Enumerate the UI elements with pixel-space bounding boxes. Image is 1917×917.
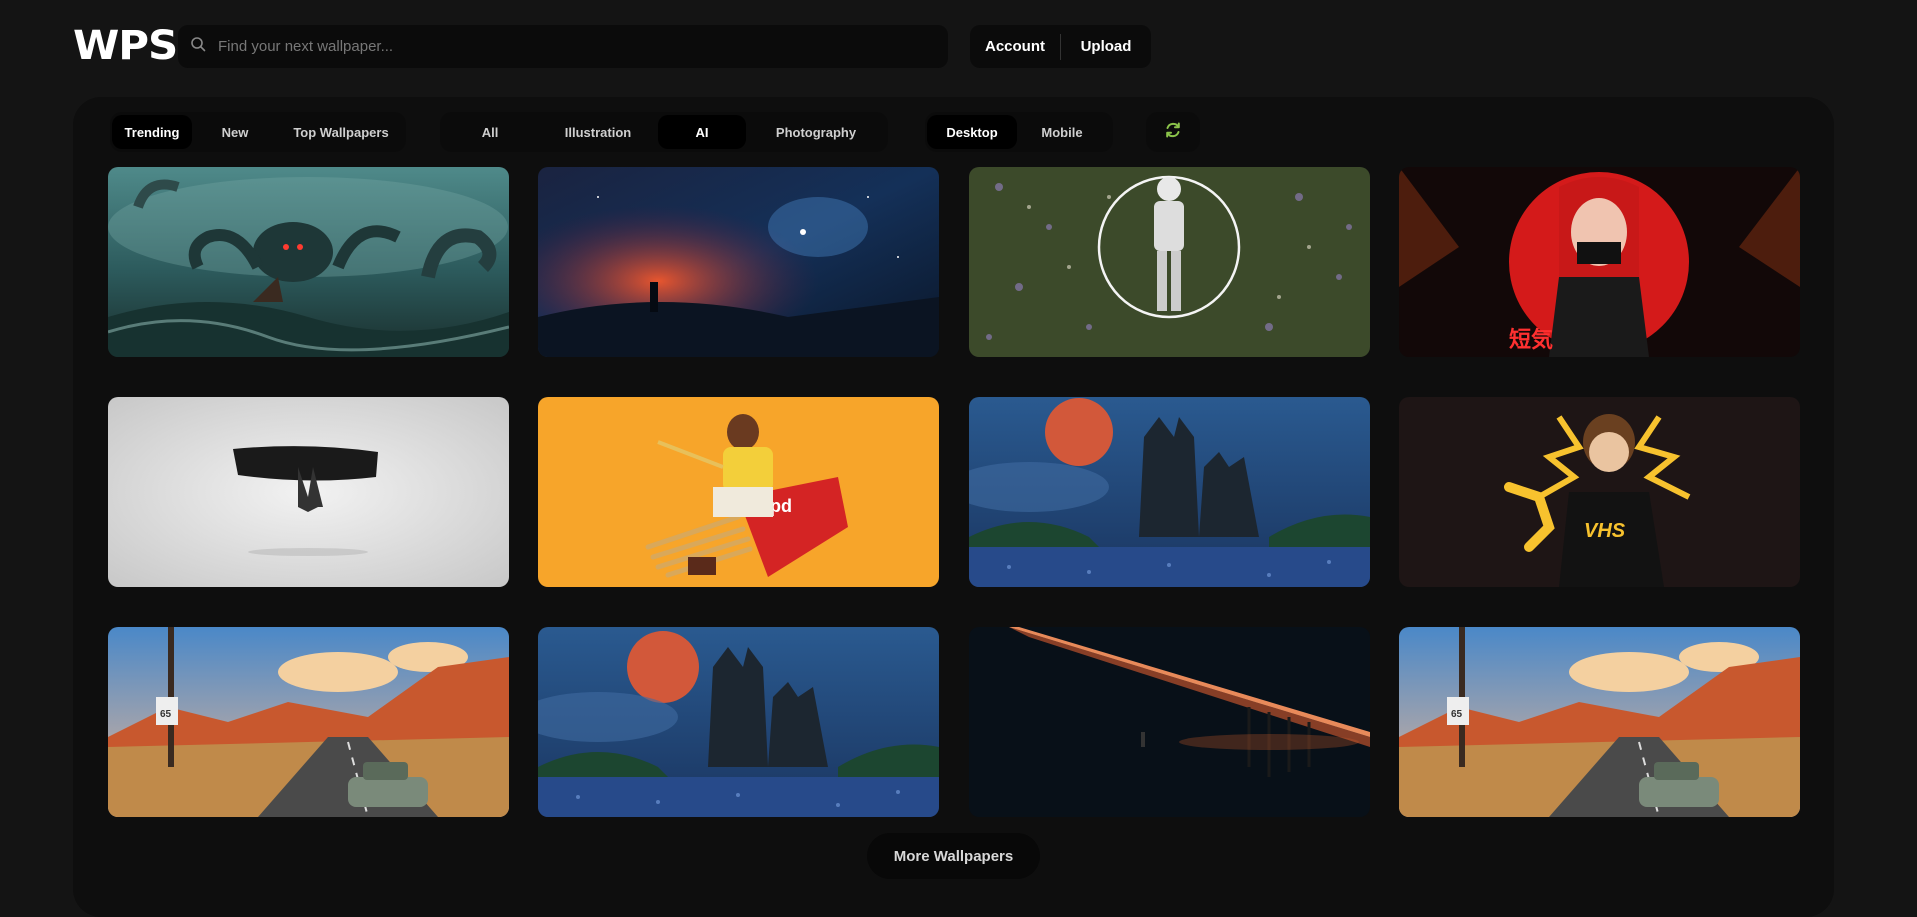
device-filter-group: Desktop Mobile	[925, 112, 1113, 152]
tab-all[interactable]: All	[442, 115, 538, 149]
tab-mobile[interactable]: Mobile	[1017, 115, 1107, 149]
search-icon	[190, 36, 206, 57]
wallpaper-dark-bridge-sunset[interactable]	[969, 627, 1370, 817]
category-filter-group: All Illustration AI Photography	[440, 112, 888, 152]
tab-trending[interactable]: Trending	[112, 115, 192, 149]
site-logo[interactable]: WPS	[73, 24, 178, 68]
wallpaper-blood-moon-cathedral[interactable]	[969, 397, 1370, 587]
wallpaper-kraken-sea-storm[interactable]	[108, 167, 509, 357]
account-button[interactable]: Account	[970, 38, 1060, 55]
tab-ai[interactable]: AI	[658, 115, 746, 149]
sort-filter-group: Trending New Top Wallpapers	[110, 112, 406, 152]
wallpaper-vhs-lightning-girl[interactable]: VHS	[1399, 397, 1800, 587]
wallpaper-desert-route-65-car[interactable]: 65	[108, 627, 509, 817]
account-upload-group: Account Upload	[970, 25, 1151, 68]
svg-text:65: 65	[1451, 709, 1463, 720]
tab-desktop[interactable]: Desktop	[927, 115, 1017, 149]
svg-text:短気: 短気	[1509, 327, 1553, 353]
refresh-button[interactable]	[1146, 112, 1200, 152]
svg-text:65: 65	[160, 709, 172, 720]
refresh-icon	[1163, 120, 1183, 145]
wallpaper-red-demon-anime-girl[interactable]: 短気	[1399, 167, 1800, 357]
wallpaper-desert-route-65-car-2[interactable]: 65	[1399, 627, 1800, 817]
wallpaper-ink-brush-samurai[interactable]	[108, 397, 509, 587]
wallpaper-astronaut-in-flowers[interactable]	[969, 167, 1370, 357]
wallpaper-blood-moon-cathedral-2[interactable]	[538, 627, 939, 817]
wallpaper-girl-on-pocky-box[interactable]: pd	[538, 397, 939, 587]
tab-top-wallpapers[interactable]: Top Wallpapers	[278, 115, 404, 149]
wallpaper-cosmic-nebula-silhouette[interactable]	[538, 167, 939, 357]
upload-button[interactable]: Upload	[1061, 38, 1151, 55]
tab-new[interactable]: New	[192, 115, 278, 149]
search-input[interactable]	[218, 38, 918, 55]
svg-text:VHS: VHS	[1584, 520, 1626, 542]
search-bar[interactable]	[178, 25, 948, 68]
tab-photography[interactable]: Photography	[746, 115, 886, 149]
tab-illustration[interactable]: Illustration	[538, 115, 658, 149]
more-wallpapers-button[interactable]: More Wallpapers	[867, 833, 1040, 879]
svg-text:pd: pd	[770, 496, 792, 516]
